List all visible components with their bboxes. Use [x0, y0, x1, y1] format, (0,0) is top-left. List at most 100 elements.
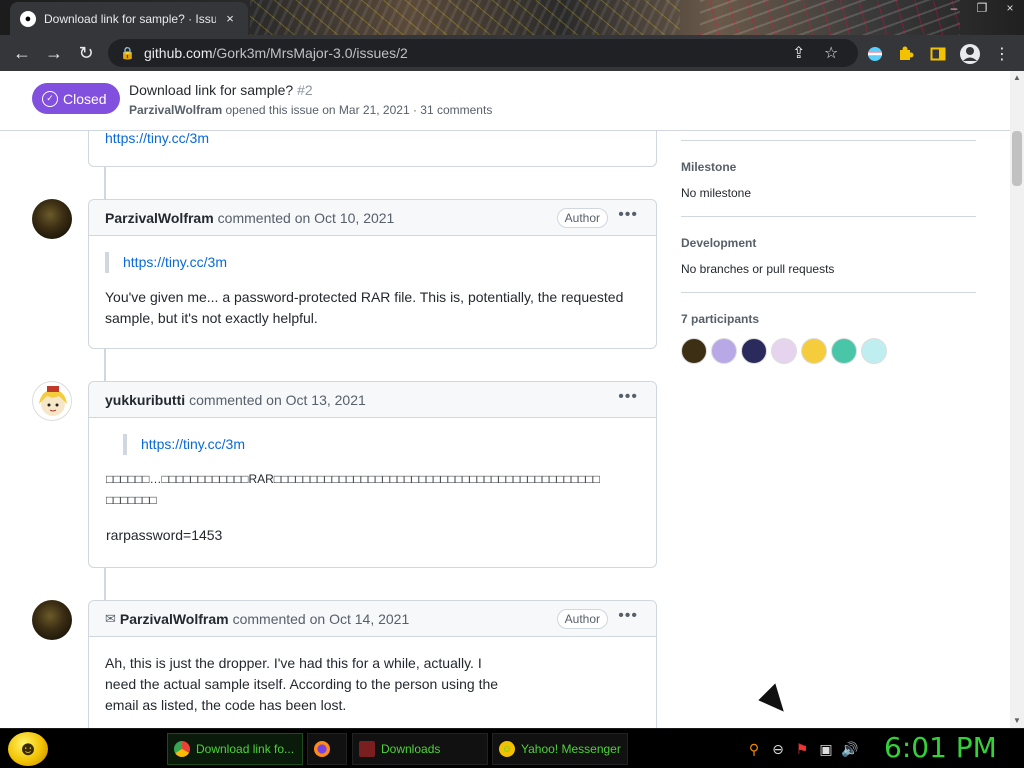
timeline-connector [104, 568, 106, 600]
quote-link[interactable]: https://tiny.cc/3m [123, 254, 227, 270]
participant-avatar[interactable] [681, 338, 707, 364]
comment-options-icon[interactable]: ••• [618, 607, 638, 625]
start-button[interactable]: ☻ [8, 732, 48, 766]
taskbar-item-downloads[interactable]: Downloads [352, 733, 488, 765]
issue-meta: ParzivalWolfram opened this issue on Mar… [129, 103, 492, 117]
profile-avatar-icon[interactable] [959, 43, 981, 65]
address-bar[interactable]: 🔒 github.com/Gork3m/MrsMajor-3.0/issues/… [108, 39, 858, 67]
issue-sticky-header: ✓ Closed Download link for sample? #2 Pa… [0, 71, 1010, 131]
status-label: Closed [63, 90, 107, 107]
taskbar-item-chrome[interactable]: Download link fo... [167, 733, 303, 765]
display-icon[interactable]: ▣ [817, 740, 835, 758]
japanese-text: □□□□□□…□□□□□□□□□□□□RAR□□□□□□□□□□□□□□□□□□… [106, 472, 600, 507]
comment-action[interactable]: commented on Oct 13, 2021 [189, 392, 366, 408]
comment-text: rarpassword=1453 [106, 527, 223, 543]
tab-close-icon[interactable]: × [222, 11, 238, 26]
author-badge: Author [556, 609, 608, 629]
firefox-icon [314, 741, 330, 757]
issue-author-link[interactable]: ParzivalWolfram [129, 103, 222, 117]
comment-body: Ah, this is just the dropper. I've had t… [89, 637, 519, 728]
tab-title: Download link for sample? · Issu [44, 11, 216, 26]
comment-card: ParzivalWolfram commented on Oct 10, 202… [88, 199, 657, 349]
back-icon[interactable]: ← [6, 37, 38, 69]
comment-action[interactable]: commented on Oct 10, 2021 [218, 210, 395, 226]
participant-avatar[interactable] [801, 338, 827, 364]
divider [681, 140, 976, 141]
maximize-button[interactable]: ❐ [968, 0, 996, 18]
avatar[interactable] [32, 600, 72, 640]
github-issue-page: https://tiny.cc/3m ParzivalWolfram comme… [0, 71, 1010, 728]
search-icon[interactable]: ⚲ [745, 740, 763, 758]
quote-block: https://tiny.cc/3m [105, 252, 640, 273]
comment-link[interactable]: https://tiny.cc/3m [105, 130, 209, 146]
reload-icon[interactable]: ↻ [70, 37, 102, 69]
mail-icon: ✉ [105, 610, 116, 626]
taskbar: ☻ Download link fo... Downloads ☺ Yahoo!… [0, 728, 1024, 768]
wallpaper-decoration [250, 0, 680, 35]
quote-link[interactable]: https://tiny.cc/3m [141, 436, 245, 452]
divider [681, 216, 976, 217]
scroll-down-icon[interactable]: ▼ [1010, 714, 1024, 728]
issue-status-badge: ✓ Closed [32, 83, 120, 114]
issue-title: Download link for sample? #2 [129, 82, 313, 98]
downloads-icon [359, 741, 375, 757]
extension-flag-icon[interactable] [864, 43, 886, 65]
bookmark-star-icon[interactable]: ☆ [824, 43, 838, 63]
comment-action[interactable]: commented on Oct 14, 2021 [233, 611, 410, 627]
issue-meta-text: opened this issue on Mar 21, 2021 · 31 c… [225, 103, 493, 117]
participant-avatar[interactable] [831, 338, 857, 364]
comment-header: ParzivalWolfram commented on Oct 10, 202… [89, 200, 656, 236]
comment-options-icon[interactable]: ••• [618, 388, 638, 406]
comment-text: Ah, this is just the dropper. I've had t… [105, 655, 499, 713]
browser-tab[interactable]: ● Download link for sample? · Issu × [10, 2, 248, 35]
comment-author[interactable]: ParzivalWolfram [120, 611, 229, 627]
url-path: /Gork3m/MrsMajor-3.0/issues/2 [212, 45, 408, 61]
task-label: Downloads [381, 742, 441, 756]
share-icon[interactable]: ⇪ [792, 43, 805, 63]
comment-author[interactable]: ParzivalWolfram [105, 210, 214, 226]
author-badge: Author [556, 208, 608, 228]
menu-kebab-icon[interactable]: ⋮ [991, 43, 1013, 65]
lock-icon: 🔒 [120, 46, 135, 60]
extensions-puzzle-icon[interactable] [895, 43, 917, 65]
volume-icon[interactable]: 🔊 [841, 740, 859, 758]
avatar[interactable] [32, 199, 72, 239]
page-scrollbar[interactable]: ▲ ▼ [1010, 71, 1024, 728]
system-tray: ⚲ ⊖ ⚑ ▣ 🔊 [745, 737, 859, 761]
url-text: github.com/Gork3m/MrsMajor-3.0/issues/2 [144, 45, 408, 61]
timeline-connector [104, 348, 106, 382]
divider [681, 292, 976, 293]
taskbar-item-yahoo-messenger[interactable]: ☺ Yahoo! Messenger [492, 733, 628, 765]
task-label: Download link fo... [196, 742, 295, 756]
taskbar-clock[interactable]: 6:01 PM [884, 731, 997, 764]
issue-number: #2 [297, 82, 313, 98]
participant-avatar[interactable] [711, 338, 737, 364]
scrollbar-thumb[interactable] [1012, 131, 1022, 186]
avatar[interactable] [32, 381, 72, 421]
participant-avatar[interactable] [741, 338, 767, 364]
issue-sidebar: Milestone No milestone Development No br… [681, 131, 976, 364]
side-panel-icon[interactable] [927, 43, 949, 65]
task-label: Yahoo! Messenger [521, 742, 621, 756]
chrome-icon [174, 741, 190, 757]
action-center-flag-icon[interactable]: ⚑ [793, 740, 811, 758]
taskbar-item-firefox[interactable] [307, 733, 347, 765]
yahoo-messenger-icon: ☺ [499, 741, 515, 757]
participant-avatar[interactable] [861, 338, 887, 364]
comment-header: ✉ ParzivalWolfram commented on Oct 14, 2… [89, 601, 656, 637]
development-heading[interactable]: Development [681, 236, 976, 250]
issue-title-text: Download link for sample? [129, 82, 294, 98]
participant-avatar[interactable] [771, 338, 797, 364]
network-icon[interactable]: ⊖ [769, 740, 787, 758]
comment-author[interactable]: yukkuributti [105, 392, 185, 408]
forward-icon[interactable]: → [38, 37, 70, 69]
timeline-connector [104, 167, 106, 203]
close-window-button[interactable]: × [996, 0, 1024, 18]
milestone-heading[interactable]: Milestone [681, 160, 976, 174]
comment-options-icon[interactable]: ••• [618, 206, 638, 224]
participants-heading: 7 participants [681, 312, 760, 326]
wallpaper-decoration [700, 0, 960, 35]
minimize-button[interactable]: – [940, 0, 968, 18]
scroll-up-icon[interactable]: ▲ [1010, 71, 1024, 85]
url-domain: github.com [144, 45, 213, 61]
